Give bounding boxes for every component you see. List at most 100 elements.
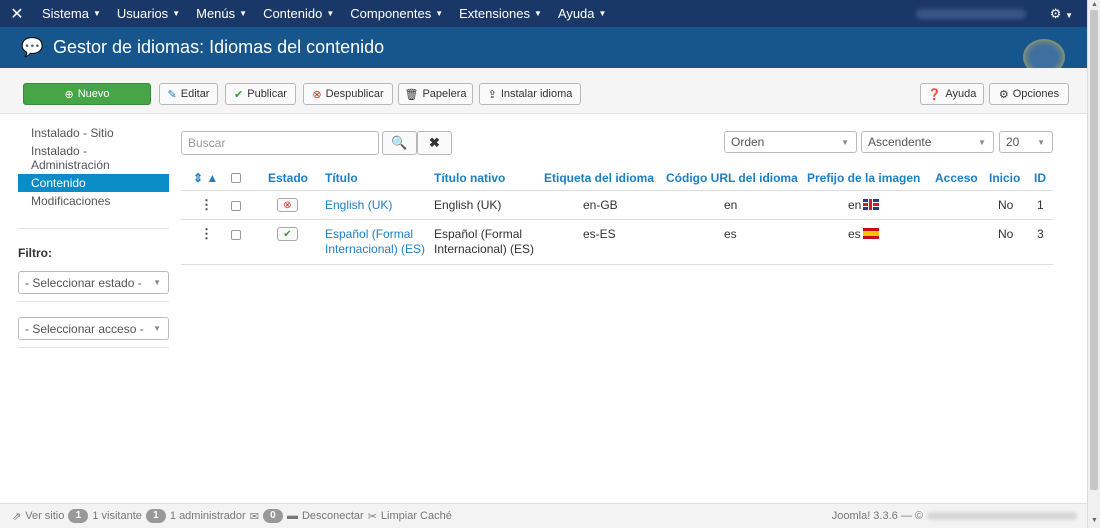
check-icon: ✔ (283, 228, 292, 240)
menu-contenido[interactable]: Contenido ▼ (255, 0, 342, 27)
menu-usuarios[interactable]: Usuarios ▼ (109, 0, 188, 27)
copyright-blurred (927, 512, 1077, 520)
menu-menus[interactable]: Menús ▼ (188, 0, 255, 27)
home-value: No (998, 198, 1014, 212)
gear-icon: ⚙ (998, 88, 1009, 101)
scroll-down-icon[interactable]: ▼ (1091, 517, 1098, 524)
chevron-down-icon: ▼ (153, 324, 161, 333)
logout-link[interactable]: ▬ Desconectar (287, 510, 364, 522)
drag-handle-icon[interactable]: ⋮ (200, 226, 213, 242)
gear-icon[interactable]: ⚙ ▼ (1044, 6, 1087, 22)
menu-sistema[interactable]: Sistema ▼ (34, 0, 109, 27)
image-prefix: es (848, 227, 879, 242)
messages-status[interactable]: ✉ 0 (250, 509, 283, 523)
sort-ordering-icon[interactable]: ⇕ ▲ (193, 171, 218, 185)
search-input[interactable]: Buscar (181, 131, 379, 155)
status-bar: ⇗ Ver sitio 11 visitante 11 administrador… (0, 503, 1087, 528)
image-prefix-text: en (848, 198, 862, 212)
edit-button[interactable]: ✎ Editar (159, 83, 218, 105)
uk-flag-icon (863, 199, 880, 210)
sidebar-item-overrides[interactable]: Modificaciones (18, 192, 169, 210)
trash-button[interactable]: 🗑 Papelera (398, 83, 473, 105)
published-toggle[interactable]: ✔ (277, 227, 298, 241)
menu-extensiones[interactable]: Extensiones ▼ (451, 0, 550, 27)
unpublish-label: Despublicar (325, 88, 384, 100)
question-circle-icon: ❓ (927, 88, 942, 101)
top-navbar: ✕ Sistema ▼ Usuarios ▼ Menús ▼ Contenido ▼ C… (0, 0, 1087, 27)
cancel-circle-icon: ⊗ (283, 199, 292, 211)
chevron-down-icon: ▼ (153, 278, 161, 287)
header-id[interactable]: ID (1034, 171, 1046, 185)
unpublish-button[interactable]: ⊗ Despublicar (303, 83, 393, 105)
native-title: Español (Formal Internacional) (ES) (434, 227, 535, 256)
sidebar-item-installed-admin[interactable]: Instalado - Administración (18, 142, 169, 174)
menu-label: Menús (196, 6, 236, 21)
check-icon: ✔ (234, 88, 244, 101)
scrollbar-thumb[interactable] (1090, 10, 1098, 490)
state-filter-select[interactable]: - Seleccionar estado - ▼ (18, 271, 169, 294)
home-value: No (998, 227, 1014, 241)
sidebar-item-content[interactable]: Contenido (18, 174, 169, 192)
drag-handle-icon[interactable]: ⋮ (200, 197, 213, 213)
header-url-code[interactable]: Código URL del idioma (666, 171, 798, 185)
language-title-link[interactable]: Español (Formal Internacional) (ES) (325, 227, 427, 257)
publish-button[interactable]: ✔ Publicar (225, 83, 296, 105)
options-button[interactable]: ⚙ Opciones (989, 83, 1069, 105)
es-flag-icon (862, 228, 879, 239)
clear-search-button[interactable]: ✖ (417, 131, 452, 155)
upload-icon: ⇪ (487, 88, 497, 101)
menu-label: Sistema (42, 6, 89, 21)
search-icon: 🔍 (391, 135, 408, 150)
user-menu-blurred[interactable] (915, 8, 1026, 19)
language-tag: en-GB (583, 198, 618, 212)
chevron-down-icon: ▼ (172, 9, 181, 18)
logout-label: Desconectar (301, 510, 364, 522)
state-filter-value: - Seleccionar estado - (25, 275, 142, 290)
search-button[interactable]: 🔍 (382, 131, 417, 155)
menu-label: Componentes (350, 6, 432, 21)
row-checkbox[interactable] (231, 201, 241, 211)
install-language-button[interactable]: ⇪ Instalar idioma (479, 83, 581, 105)
edit-label: Editar (180, 88, 210, 100)
check-all-checkbox[interactable] (231, 173, 241, 183)
view-site-label: Ver sitio (25, 510, 65, 522)
chevron-down-icon: ▼ (598, 9, 607, 18)
order-select[interactable]: Orden ▼ (724, 131, 857, 153)
joomla-icon[interactable]: ✕ (0, 0, 34, 27)
minus-icon: ▬ (286, 510, 298, 522)
help-button[interactable]: ❓ Ayuda (920, 83, 984, 105)
scroll-up-icon[interactable]: ▲ (1091, 1, 1098, 8)
clear-cache-link[interactable]: ✂ Limpiar Caché (368, 510, 452, 523)
unpublished-toggle[interactable]: ⊗ (277, 198, 298, 212)
external-link-icon: ⇗ (12, 510, 22, 523)
header-language-tag[interactable]: Etiqueta del idioma (544, 171, 654, 185)
header-access[interactable]: Acceso (935, 171, 978, 185)
header-title[interactable]: Título (325, 171, 358, 185)
header-image-prefix[interactable]: Prefijo de la imagen (807, 171, 920, 185)
chevron-down-icon: ▼ (92, 9, 101, 18)
toolbar: ⊕ Nuevo ✎ Editar ✔ Publicar ⊗ Despublicar 🗑 P… (0, 68, 1087, 114)
limit-select[interactable]: 20 ▼ (999, 131, 1053, 153)
header-home[interactable]: Inicio (989, 171, 1020, 185)
direction-select[interactable]: Ascendente ▼ (861, 131, 994, 153)
sidebar-item-installed-site[interactable]: Instalado - Sitio (18, 124, 169, 142)
new-button[interactable]: ⊕ Nuevo (23, 83, 151, 105)
install-label: Instalar idioma (500, 88, 573, 100)
admins-label: 1 administrador (169, 510, 246, 522)
language-title-link[interactable]: English (UK) (325, 198, 392, 213)
table-row: ⋮ ✔ Español (Formal Internacional) (ES) … (181, 220, 1053, 265)
visitors-badge: 1 (68, 509, 89, 523)
menu-componentes[interactable]: Componentes ▼ (342, 0, 451, 27)
header-native-title[interactable]: Título nativo (434, 171, 505, 185)
admins-badge: 1 (145, 509, 166, 523)
scrollbar[interactable]: ▲ ▼ (1087, 0, 1100, 528)
url-code: en (724, 198, 738, 212)
view-site-link[interactable]: ⇗ Ver sitio (12, 510, 64, 523)
row-checkbox[interactable] (231, 230, 241, 240)
new-label: Nuevo (77, 88, 110, 100)
header-state[interactable]: Estado (268, 171, 308, 185)
menu-label: Extensiones (459, 6, 530, 21)
access-filter-select[interactable]: - Seleccionar acceso - ▼ (18, 317, 169, 340)
menu-ayuda[interactable]: Ayuda ▼ (550, 0, 615, 27)
chevron-down-icon: ▼ (326, 9, 335, 18)
